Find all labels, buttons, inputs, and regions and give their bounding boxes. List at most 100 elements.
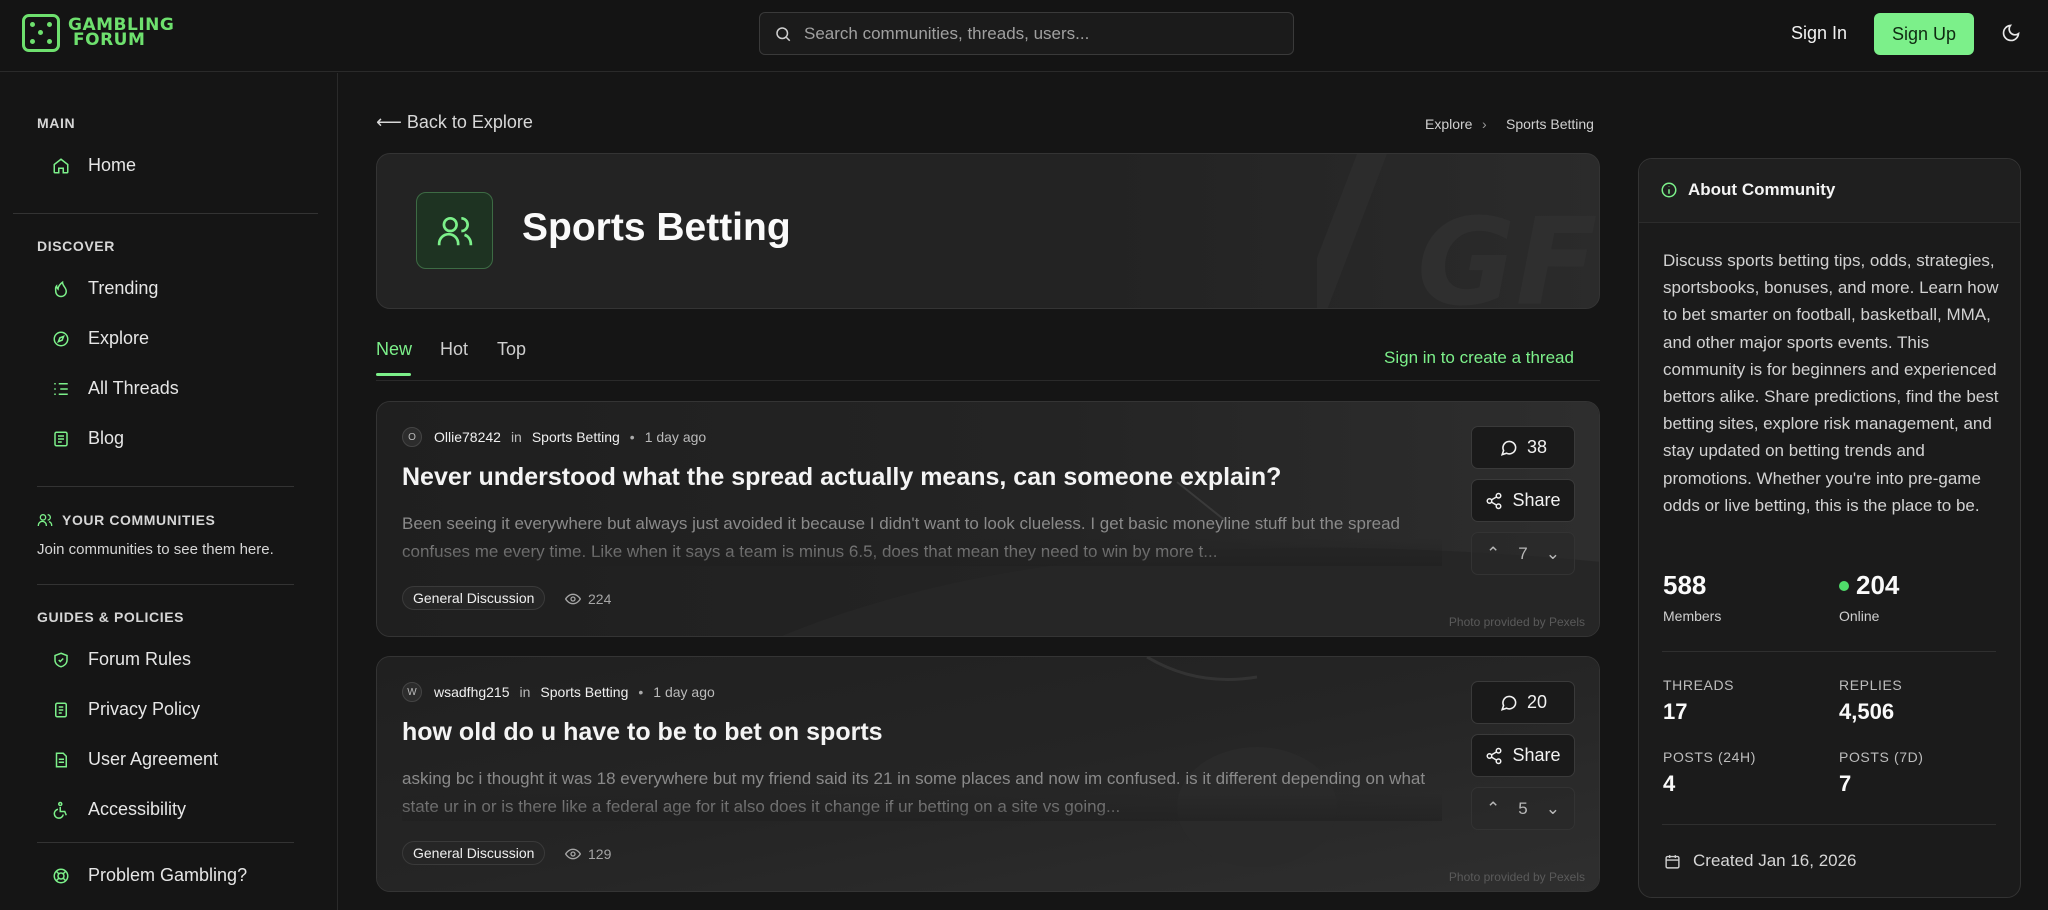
posts24-count: 4 [1663, 771, 1676, 796]
sidebar-section-guides: GUIDES & POLICIES [37, 609, 185, 625]
posts7-label: POSTS (7D) [1839, 749, 1924, 765]
dice-icon [22, 14, 60, 52]
sidebar-item-blog[interactable]: Blog [52, 428, 124, 449]
posts24-label: POSTS (24H) [1663, 749, 1756, 765]
chevron-right-icon: › [1482, 116, 1487, 132]
comments-button[interactable]: 20 [1471, 681, 1575, 724]
newspaper-icon [54, 431, 68, 446]
communities-title: YOUR COMMUNITIES [62, 512, 216, 528]
thread-author[interactable]: Ollie78242 [434, 429, 501, 445]
threads-label: THREADS [1663, 677, 1735, 693]
sidebar-item-forum-rules[interactable]: Forum Rules [52, 649, 191, 670]
create-thread-link[interactable]: Sign in to create a thread [1384, 348, 1574, 368]
share-label: Share [1512, 745, 1561, 765]
compass-icon [53, 331, 69, 346]
thread-card[interactable]: O Ollie78242 in Sports Betting • 1 day a… [376, 401, 1600, 637]
about-title: About Community [1688, 180, 1836, 199]
top-header: GAMBLING FORUM Sign In Sign Up [0, 0, 2048, 72]
sidebar-item-label: Forum Rules [88, 649, 192, 669]
search-box[interactable] [759, 12, 1294, 55]
sidebar [0, 73, 338, 910]
thread-community[interactable]: Sports Betting [532, 429, 620, 445]
downvote-icon[interactable]: ⌄ [1546, 544, 1560, 564]
sidebar-item-privacy-policy[interactable]: Privacy Policy [52, 699, 200, 720]
tab-new[interactable]: New [376, 339, 412, 360]
in-text: in [510, 429, 522, 445]
home-icon [53, 157, 69, 173]
sidebar-section-main: MAIN [37, 115, 76, 131]
accessibility-icon [53, 801, 67, 819]
views-value: 224 [588, 591, 612, 607]
upvote-icon[interactable]: ⌃ [1486, 799, 1500, 819]
moon-icon[interactable] [2001, 23, 2021, 48]
thread-title[interactable]: how old do u have to be to bet on sports [402, 718, 883, 747]
threads-count: 17 [1663, 699, 1688, 724]
flame-icon [54, 280, 68, 297]
sign-up-button[interactable]: Sign Up [1874, 13, 1974, 55]
sidebar-item-all-threads[interactable]: All Threads [52, 378, 179, 399]
upvote-icon[interactable]: ⌃ [1486, 544, 1500, 564]
share-icon [1486, 492, 1502, 509]
comments-button[interactable]: 38 [1471, 426, 1575, 469]
sidebar-divider [37, 584, 294, 585]
vote-widget: ⌃ 5 ⌄ [1471, 787, 1575, 830]
thread-card[interactable]: W wsadfhg215 in Sports Betting • 1 day a… [376, 656, 1600, 892]
breadcrumb-explore[interactable]: Explore [1425, 116, 1472, 132]
comments-count: 20 [1526, 692, 1548, 712]
dot-separator: • [629, 429, 635, 445]
site-logo[interactable]: GAMBLING FORUM [22, 14, 174, 52]
sidebar-item-home[interactable]: Home [52, 155, 136, 176]
sidebar-item-label: Home [88, 155, 137, 175]
members-count: 588 [1663, 570, 1707, 600]
sidebar-item-label: User Agreement [88, 749, 219, 769]
sidebar-item-label: Trending [88, 278, 159, 298]
thread-tag[interactable]: General Discussion [402, 586, 546, 610]
downvote-icon[interactable]: ⌄ [1546, 799, 1560, 819]
comment-icon [1500, 440, 1517, 456]
photo-credit: Photo provided by Pexels [1448, 615, 1585, 629]
thread-time: 1 day ago [644, 429, 707, 445]
sidebar-item-accessibility[interactable]: Accessibility [52, 799, 186, 820]
sidebar-item-user-agreement[interactable]: User Agreement [52, 749, 218, 770]
list-icon [54, 382, 68, 395]
replies-count: 4,506 [1839, 699, 1895, 724]
comment-icon [1500, 695, 1517, 711]
sidebar-item-explore[interactable]: Explore [52, 328, 149, 349]
tabs-divider [376, 380, 1600, 381]
share-button[interactable]: Share [1471, 479, 1575, 522]
sidebar-item-label: Privacy Policy [88, 699, 201, 719]
photo-credit: Photo provided by Pexels [1448, 870, 1585, 884]
back-link-label: Back to Explore [406, 112, 533, 132]
created-date: Created Jan 16, 2026 [1664, 851, 1857, 871]
sidebar-item-problem-gambling[interactable]: Problem Gambling? [52, 865, 247, 886]
share-button[interactable]: Share [1471, 734, 1575, 777]
sidebar-item-trending[interactable]: Trending [52, 278, 158, 299]
about-divider [1662, 651, 1996, 652]
communities-empty-text: Join communities to see them here. [37, 541, 274, 558]
community-title: Sports Betting [522, 206, 791, 249]
sidebar-item-label: All Threads [88, 378, 179, 398]
posts7-count: 7 [1839, 771, 1852, 796]
thread-excerpt: Been seeing it everywhere but always jus… [402, 510, 1442, 566]
avatar[interactable]: O [402, 427, 422, 447]
thread-tag[interactable]: General Discussion [402, 841, 546, 865]
search-input[interactable] [804, 23, 1264, 44]
tab-top[interactable]: Top [497, 339, 526, 360]
thread-community[interactable]: Sports Betting [540, 684, 628, 700]
members-label: Members [1663, 608, 1722, 624]
share-label: Share [1512, 490, 1561, 510]
community-banner: GF Sports Betting [376, 153, 1600, 309]
users-icon [416, 192, 493, 269]
avatar[interactable]: W [402, 682, 422, 702]
back-link[interactable]: ⟵ Back to Explore [376, 112, 533, 133]
replies-label: REPLIES [1839, 677, 1903, 693]
comments-count: 38 [1526, 437, 1548, 457]
thread-title[interactable]: Never understood what the spread actuall… [402, 463, 1281, 492]
sign-in-button[interactable]: Sign In [1791, 23, 1847, 44]
tab-hot[interactable]: Hot [440, 339, 468, 360]
users-icon [37, 514, 53, 526]
about-divider [1662, 824, 1996, 825]
thread-author[interactable]: wsadfhg215 [434, 684, 510, 700]
svg-text:GF: GF [1417, 194, 1597, 309]
about-header: About Community [1639, 159, 2020, 223]
